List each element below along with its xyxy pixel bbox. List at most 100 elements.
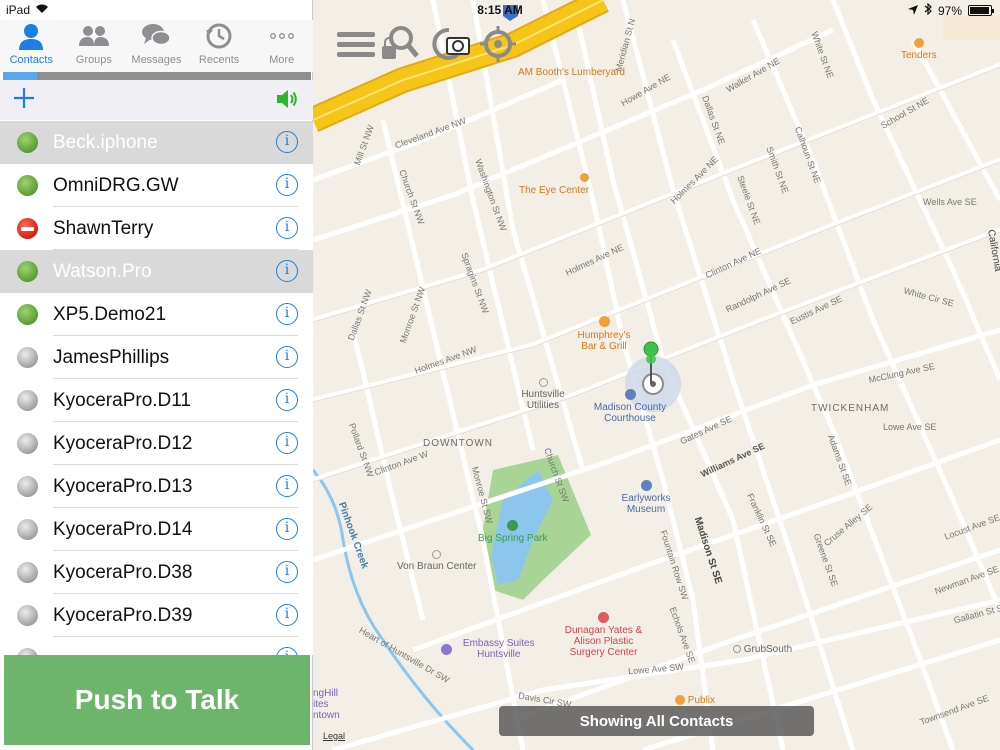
contact-name: OmniDRG.GW bbox=[53, 175, 179, 196]
contact-name: KyoceraPro.D39 bbox=[53, 605, 193, 626]
contact-row[interactable]: OmniDRG.GW i bbox=[0, 164, 313, 207]
search-lock-icon[interactable] bbox=[379, 24, 421, 64]
poi-dot bbox=[441, 643, 452, 655]
contacts-toolbar bbox=[0, 80, 313, 120]
poi-publix[interactable]: Publix bbox=[675, 695, 715, 706]
contact-row[interactable]: KyoceraPro.D13 i bbox=[0, 465, 313, 508]
poi-hotel-partial[interactable]: ngHill ites ntown bbox=[313, 688, 343, 721]
tab-more[interactable]: More bbox=[250, 20, 313, 72]
tab-label: More bbox=[269, 54, 295, 66]
contact-row[interactable]: KyoceraPro.D38 i bbox=[0, 551, 313, 594]
contact-row[interactable]: i bbox=[0, 637, 313, 655]
presence-gray-icon bbox=[17, 519, 38, 540]
poi-label: Huntsville Utilities bbox=[521, 389, 565, 411]
tab-contacts[interactable]: Contacts bbox=[0, 20, 63, 72]
info-icon[interactable]: i bbox=[276, 432, 298, 454]
poi-label: Madison County Courthouse bbox=[593, 402, 667, 424]
location-arrow-icon bbox=[907, 4, 918, 18]
info-icon[interactable]: i bbox=[276, 217, 298, 239]
poi-label: ngHill ites ntown bbox=[313, 688, 340, 721]
contact-name: JamesPhillips bbox=[53, 347, 170, 368]
poi-dot bbox=[675, 695, 685, 706]
contact-row[interactable]: KyoceraPro.D12 i bbox=[0, 422, 313, 465]
poi-von-braun[interactable]: Von Braun Center bbox=[397, 550, 477, 572]
tab-groups[interactable]: Groups bbox=[63, 20, 126, 72]
poi-grubsouth[interactable]: GrubSouth bbox=[733, 644, 792, 655]
info-icon[interactable]: i bbox=[276, 131, 298, 153]
info-icon[interactable]: i bbox=[276, 604, 298, 626]
contact-list: Beck.iphone i OmniDRG.GW i ShawnTerry i Watson… bbox=[0, 121, 313, 655]
ellipsis-icon bbox=[269, 33, 294, 39]
poi-label: Embassy Suites Huntsville bbox=[462, 638, 535, 660]
poi-dot bbox=[913, 38, 924, 48]
info-icon[interactable]: i bbox=[276, 389, 298, 411]
poi-tenders[interactable]: Tenders bbox=[901, 38, 937, 61]
tab-messages[interactable]: Messages bbox=[125, 20, 188, 72]
poi-label: Big Spring Park bbox=[478, 533, 548, 544]
group-icon bbox=[78, 26, 109, 46]
refresh-camera-icon[interactable] bbox=[429, 24, 471, 64]
presence-gray-icon bbox=[17, 605, 38, 626]
contact-row[interactable]: Watson.Pro i bbox=[0, 250, 313, 293]
contact-row[interactable]: KyoceraPro.D39 i bbox=[0, 594, 313, 637]
info-icon[interactable]: i bbox=[276, 561, 298, 583]
info-icon[interactable]: i bbox=[276, 647, 298, 655]
contact-row[interactable]: JamesPhillips i bbox=[0, 336, 313, 379]
person-icon bbox=[19, 24, 44, 50]
poi-dot bbox=[538, 378, 548, 387]
contact-row[interactable]: KyoceraPro.D14 i bbox=[0, 508, 313, 551]
poi-label: Von Braun Center bbox=[397, 561, 477, 572]
poi-dot bbox=[624, 389, 636, 400]
poi-embassy-suites[interactable]: Embassy Suites Huntsville bbox=[441, 638, 540, 660]
poi-label: GrubSouth bbox=[743, 644, 793, 655]
presence-gray-icon bbox=[17, 562, 38, 583]
poi-earlyworks[interactable]: Earlyworks Museum bbox=[611, 480, 681, 515]
street-label: Lowe Ave SE bbox=[883, 422, 937, 432]
poi-utilities[interactable]: Huntsville Utilities bbox=[513, 378, 573, 411]
app-root: iPad 8:15 AM 97% Contacts Groups Message… bbox=[0, 0, 1000, 750]
area-label: DOWNTOWN bbox=[423, 438, 494, 449]
poi-eye-center[interactable]: The Eye Center bbox=[519, 173, 619, 196]
presence-green-icon bbox=[17, 304, 38, 325]
poi-humphreys[interactable]: Humphrey's Bar & Grill bbox=[569, 316, 639, 352]
info-icon[interactable]: i bbox=[276, 346, 298, 368]
info-icon[interactable]: i bbox=[276, 260, 298, 282]
presence-gray-icon bbox=[17, 476, 38, 497]
contact-row[interactable]: ShawnTerry i bbox=[0, 207, 313, 250]
info-icon[interactable]: i bbox=[276, 518, 298, 540]
poi-label: Tenders bbox=[901, 50, 937, 61]
poi-courthouse[interactable]: Madison County Courthouse bbox=[585, 389, 675, 424]
contact-row[interactable]: XP5.Demo21 i bbox=[0, 293, 313, 336]
presence-gray-icon bbox=[17, 347, 38, 368]
tab-recents[interactable]: Recents bbox=[188, 20, 251, 72]
poi-label: Earlyworks Museum bbox=[621, 493, 671, 515]
push-to-talk-button[interactable]: Push to Talk bbox=[4, 655, 310, 745]
progress-bar bbox=[3, 72, 311, 80]
info-icon[interactable]: i bbox=[276, 475, 298, 497]
poi-label: The Eye Center bbox=[519, 185, 590, 196]
poi-lumberyard[interactable]: AM Booth's Lumberyard bbox=[518, 67, 625, 78]
poi-dunagan-yates[interactable]: Dunagan Yates & Alison Plastic Surgery C… bbox=[561, 612, 646, 658]
add-contact-button[interactable] bbox=[12, 86, 36, 110]
status-toast: Showing All Contacts bbox=[499, 706, 814, 736]
hamburger-menu-icon[interactable] bbox=[335, 24, 377, 64]
info-icon[interactable]: i bbox=[276, 303, 298, 325]
poi-dot bbox=[579, 173, 589, 182]
legal-link[interactable]: Legal bbox=[323, 731, 345, 741]
speaker-button[interactable] bbox=[275, 87, 299, 111]
info-icon[interactable]: i bbox=[276, 174, 298, 196]
clock-history-icon bbox=[206, 23, 232, 49]
presence-green-icon bbox=[17, 175, 38, 196]
poi-big-spring-park[interactable]: Big Spring Park bbox=[478, 520, 547, 544]
contact-name: KyoceraPro.D38 bbox=[53, 562, 193, 583]
contact-row[interactable]: KyoceraPro.D11 i bbox=[0, 379, 313, 422]
locate-crosshair-icon[interactable] bbox=[477, 24, 519, 64]
presence-red-icon bbox=[17, 218, 38, 239]
bluetooth-icon bbox=[924, 2, 932, 18]
street-label: Wells Ave SE bbox=[923, 197, 977, 207]
map-view[interactable]: Cleveland Ave NW Mill St NW Church St NW… bbox=[313, 0, 1000, 750]
contact-name: KyoceraPro.D14 bbox=[53, 519, 193, 540]
contact-name: Beck.iphone bbox=[53, 132, 158, 153]
contact-row[interactable]: Beck.iphone i bbox=[0, 121, 313, 164]
map-pin-icon[interactable] bbox=[643, 340, 659, 386]
